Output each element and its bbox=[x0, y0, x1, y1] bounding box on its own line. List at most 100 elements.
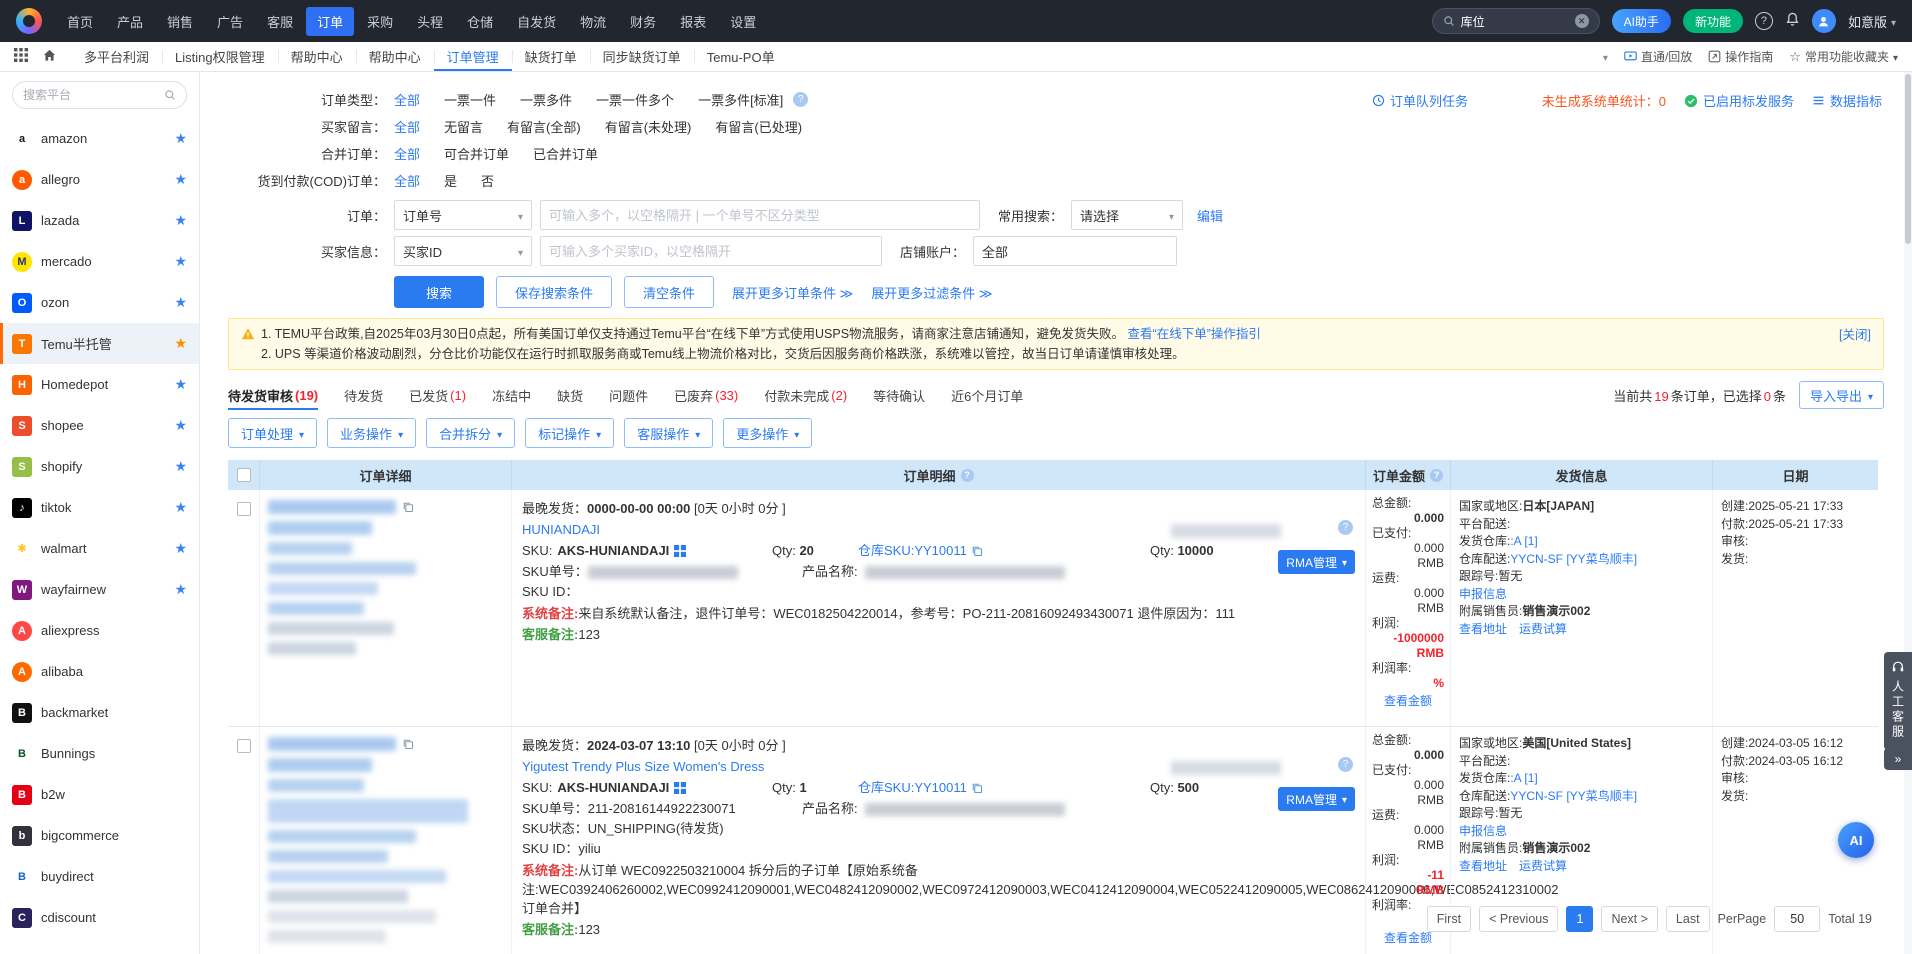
sku-grid-icon[interactable] bbox=[674, 782, 686, 794]
filter-option[interactable]: 一票一件 bbox=[444, 90, 496, 109]
buyer-id-input[interactable] bbox=[540, 236, 882, 266]
batch-action-button[interactable]: 合并拆分 bbox=[426, 418, 515, 448]
workspace-tab[interactable]: Temu-PO单 bbox=[694, 42, 788, 71]
help-icon[interactable] bbox=[1755, 12, 1773, 30]
status-tab[interactable]: 缺货 bbox=[557, 380, 583, 410]
copy-icon[interactable] bbox=[971, 782, 983, 794]
buyer-type-select[interactable]: 买家ID bbox=[394, 236, 532, 266]
platform-item[interactable]: a allegro bbox=[0, 159, 199, 200]
platform-item[interactable]: C cdiscount bbox=[0, 897, 199, 938]
tabs-overflow-icon[interactable] bbox=[1603, 50, 1608, 64]
user-avatar[interactable] bbox=[1812, 9, 1836, 33]
platform-item[interactable]: O ozon bbox=[0, 282, 199, 323]
declare-info-link[interactable]: 申报信息 bbox=[1459, 587, 1507, 601]
save-search-button[interactable]: 保存搜索条件 bbox=[496, 276, 612, 308]
declare-info-link[interactable]: 申报信息 bbox=[1459, 824, 1507, 838]
favorites-menu[interactable]: 常用功能收藏夹 bbox=[1789, 48, 1898, 65]
platform-item[interactable]: A alibaba bbox=[0, 651, 199, 692]
copy-icon[interactable] bbox=[971, 545, 983, 557]
filter-option[interactable]: 一票一件多个 bbox=[596, 90, 674, 109]
filter-option[interactable]: 有留言(未处理) bbox=[605, 117, 692, 136]
collapse-panel-button[interactable]: » bbox=[1884, 748, 1912, 770]
product-title-link[interactable]: HUNIANDAJI bbox=[522, 522, 600, 537]
topnav-item[interactable]: 财务 bbox=[619, 7, 667, 36]
topnav-item[interactable]: 设置 bbox=[719, 7, 767, 36]
help-icon[interactable] bbox=[1338, 520, 1353, 535]
batch-action-button[interactable]: 业务操作 bbox=[327, 418, 416, 448]
platform-item[interactable]: L lazada bbox=[0, 200, 199, 241]
status-tab[interactable]: 已废弃 (33) bbox=[674, 380, 738, 410]
status-tab[interactable]: 付款未完成 (2) bbox=[764, 380, 847, 410]
favorite-star-icon[interactable] bbox=[174, 212, 187, 229]
select-all-checkbox[interactable] bbox=[237, 468, 251, 482]
ai-assistant-button[interactable]: AI助手 bbox=[1612, 9, 1671, 33]
favorite-star-icon[interactable] bbox=[174, 335, 187, 352]
platform-item[interactable]: B backmarket bbox=[0, 692, 199, 733]
platform-item[interactable]: B buydirect bbox=[0, 856, 199, 897]
filter-option[interactable]: 可合并订单 bbox=[444, 144, 509, 163]
favorite-star-icon[interactable] bbox=[174, 499, 187, 516]
favorite-star-icon[interactable] bbox=[174, 540, 187, 557]
batch-action-button[interactable]: 客服操作 bbox=[624, 418, 713, 448]
platform-search[interactable] bbox=[12, 81, 187, 109]
prev-page-button[interactable]: < Previous bbox=[1479, 906, 1558, 932]
copy-icon[interactable] bbox=[402, 501, 414, 513]
status-tab[interactable]: 等待确认 bbox=[873, 380, 925, 410]
human-service-tab[interactable]: 人工客服 bbox=[1884, 652, 1912, 750]
platform-item[interactable]: b bigcommerce bbox=[0, 815, 199, 856]
topnav-item[interactable]: 自发货 bbox=[506, 7, 567, 36]
copy-icon[interactable] bbox=[402, 738, 414, 750]
favorite-star-icon[interactable] bbox=[174, 581, 187, 598]
more-filter-conditions-link[interactable]: 展开更多过滤条件 ≫ bbox=[871, 283, 992, 302]
warehouse-delivery-link[interactable]: YYCN-SF [YY菜鸟顺丰] bbox=[1510, 789, 1637, 803]
freight-calc-link[interactable]: 运费试算 bbox=[1519, 858, 1567, 876]
first-page-button[interactable]: First bbox=[1427, 906, 1471, 932]
topnav-item[interactable]: 采购 bbox=[356, 7, 404, 36]
workspace-tab[interactable]: 缺货打单 bbox=[512, 42, 590, 71]
status-tab[interactable]: 已发货 (1) bbox=[409, 380, 466, 410]
search-button[interactable]: 搜索 bbox=[394, 276, 484, 308]
workspace-tab[interactable]: Listing权限管理 bbox=[162, 42, 278, 71]
operation-guide-link[interactable]: 操作指南 bbox=[1708, 48, 1773, 65]
clear-search-icon[interactable] bbox=[1575, 14, 1589, 28]
filter-option[interactable]: 否 bbox=[481, 171, 494, 190]
platform-item[interactable]: a amazon bbox=[0, 118, 199, 159]
rma-button[interactable]: RMA管理 bbox=[1278, 550, 1355, 574]
filter-option[interactable]: 一票多件[标准] bbox=[698, 90, 783, 109]
warehouse-link[interactable]: :A [1] bbox=[1510, 534, 1537, 548]
favorite-star-icon[interactable] bbox=[174, 171, 187, 188]
order-type-select[interactable]: 订单号 bbox=[394, 200, 532, 230]
status-tab[interactable]: 冻结中 bbox=[492, 380, 531, 410]
platform-item[interactable]: H Homedepot bbox=[0, 364, 199, 405]
status-tab[interactable]: 待发货 bbox=[344, 380, 383, 410]
bell-icon[interactable] bbox=[1785, 12, 1800, 30]
help-icon[interactable] bbox=[1430, 469, 1443, 482]
platform-item[interactable]: A aliexpress bbox=[0, 610, 199, 651]
filter-option[interactable]: 全部 bbox=[394, 90, 420, 109]
rma-button[interactable]: RMA管理 bbox=[1278, 787, 1355, 811]
workspace-tab[interactable]: 订单管理 bbox=[434, 42, 512, 71]
unsynced-stat-link[interactable]: 未生成系统单统计：0 bbox=[1542, 91, 1666, 110]
favorite-star-icon[interactable] bbox=[174, 417, 187, 434]
more-order-conditions-link[interactable]: 展开更多订单条件 ≫ bbox=[732, 283, 853, 302]
view-amount-link[interactable]: 查看金额 bbox=[1372, 931, 1444, 946]
current-page-button[interactable]: 1 bbox=[1566, 906, 1593, 932]
topnav-item[interactable]: 物流 bbox=[569, 7, 617, 36]
view-address-link[interactable]: 查看地址 bbox=[1459, 621, 1507, 639]
platform-item[interactable]: B Bunnings bbox=[0, 733, 199, 774]
favorite-star-icon[interactable] bbox=[174, 130, 187, 147]
product-title-link[interactable]: Yigutest Trendy Plus Size Women's Dress bbox=[522, 759, 764, 774]
topnav-item[interactable]: 首页 bbox=[56, 7, 104, 36]
apps-grid-icon[interactable] bbox=[14, 48, 28, 65]
topnav-item[interactable]: 头程 bbox=[406, 7, 454, 36]
topnav-item[interactable]: 客服 bbox=[256, 7, 304, 36]
version-menu[interactable]: 如意版 bbox=[1848, 12, 1896, 31]
warehouse-sku-link[interactable]: 仓库SKU:YY10011 bbox=[858, 777, 967, 799]
common-search-select[interactable]: 请选择 bbox=[1071, 200, 1183, 230]
filter-option[interactable]: 是 bbox=[444, 171, 457, 190]
warehouse-delivery-link[interactable]: YYCN-SF [YY菜鸟顺丰] bbox=[1510, 552, 1637, 566]
status-tab[interactable]: 近6个月订单 bbox=[951, 380, 1023, 410]
help-icon[interactable] bbox=[1338, 757, 1353, 772]
batch-action-button[interactable]: 更多操作 bbox=[723, 418, 812, 448]
scrollbar-thumb[interactable] bbox=[1905, 74, 1911, 244]
